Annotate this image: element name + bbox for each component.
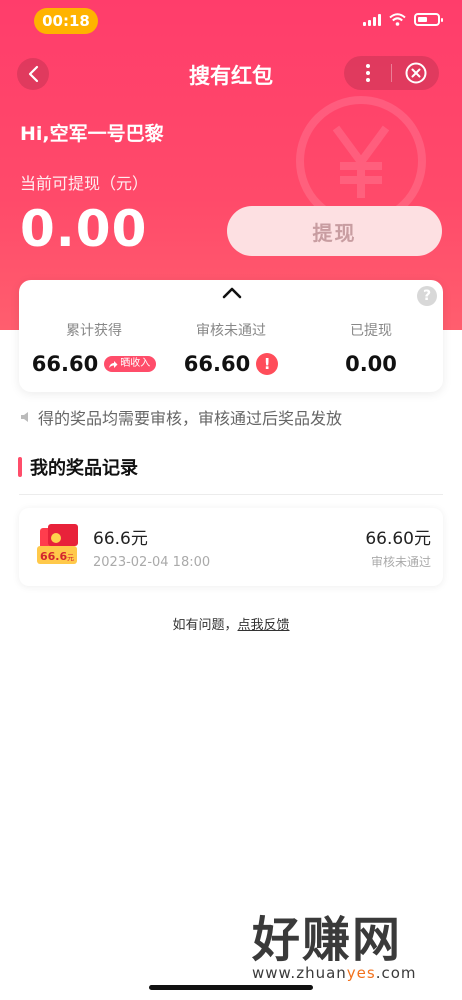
record-status: 审核未通过 xyxy=(370,555,431,569)
watermark-url: www.zhuanyes.com xyxy=(252,964,417,982)
watermark-url-part: .com xyxy=(375,964,417,982)
stat-review-failed: 审核未通过 66.60 ! xyxy=(169,320,293,376)
withdraw-button[interactable]: 提现 xyxy=(227,206,442,256)
red-envelope-icon: 66.6 元 xyxy=(37,524,78,564)
notice-text: 得的奖品均需要审核，审核通过后奖品发放 xyxy=(38,409,343,428)
stat-value: 0.00 xyxy=(345,352,397,376)
section-title-text: 我的奖品记录 xyxy=(30,458,138,479)
balance-amount: 0.00 xyxy=(20,200,148,258)
stat-label: 审核未通过 xyxy=(196,323,266,339)
site-watermark: 好赚网 www.zhuanyes.com xyxy=(252,912,417,982)
feedback-link[interactable]: 点我反馈 xyxy=(238,618,290,633)
feedback-line: 如有问题，点我反馈 xyxy=(0,614,462,633)
list-item[interactable]: 66.6 元 66.6元 2023-02-04 18:00 66.60元 审核未… xyxy=(19,508,443,586)
section-accent-bar xyxy=(18,457,22,477)
home-indicator[interactable] xyxy=(149,985,313,990)
watermark-url-highlight: yes xyxy=(346,964,376,982)
record-time: 2023-02-04 18:00 xyxy=(93,555,211,570)
section-title: 我的奖品记录 xyxy=(18,454,138,480)
watermark-url-part: www.zhuan xyxy=(252,964,347,982)
section-divider xyxy=(19,494,443,495)
signal-icon xyxy=(363,13,381,26)
feedback-prefix: 如有问题， xyxy=(172,618,238,633)
prize-icon-text: 66.6 xyxy=(40,550,67,563)
share-icon xyxy=(109,360,118,368)
stat-value: 66.60 xyxy=(31,352,99,376)
battery-icon xyxy=(414,13,443,26)
notice-bar: 得的奖品均需要审核，审核通过后奖品发放 xyxy=(20,405,342,429)
close-button[interactable] xyxy=(392,62,439,84)
chevron-up-icon[interactable] xyxy=(222,286,242,300)
more-button[interactable] xyxy=(344,64,391,82)
speaker-icon xyxy=(21,412,28,422)
greeting: Hi,空军一号巴黎 xyxy=(20,123,164,145)
record-name: 66.6元 xyxy=(93,529,148,549)
share-badge-label: 晒收入 xyxy=(120,358,151,369)
stat-withdrawn: 已提现 0.00 xyxy=(309,320,433,376)
wifi-icon xyxy=(389,13,406,26)
alert-icon[interactable]: ! xyxy=(256,353,279,375)
miniapp-capsule xyxy=(344,56,439,90)
stat-label: 累计获得 xyxy=(66,323,122,339)
close-circle-icon xyxy=(405,62,426,84)
help-icon[interactable]: ? xyxy=(417,286,437,306)
stat-value: 66.60 xyxy=(183,352,251,376)
stat-label: 已提现 xyxy=(350,323,392,339)
record-amount: 66.60元 xyxy=(365,529,431,549)
withdrawable-label: 当前可提现（元） xyxy=(20,174,149,193)
status-icons xyxy=(363,13,443,26)
status-time: 00:18 xyxy=(34,8,98,34)
prize-icon-unit: 元 xyxy=(67,554,74,562)
share-income-badge[interactable]: 晒收入 xyxy=(104,356,157,372)
stat-total-earned: 累计获得 66.60 晒收入 xyxy=(29,320,159,376)
stats-card: ? 累计获得 66.60 晒收入 审核未通过 66.60 ! 已提现 0.00 xyxy=(19,280,443,392)
watermark-title: 好赚网 xyxy=(252,912,403,968)
